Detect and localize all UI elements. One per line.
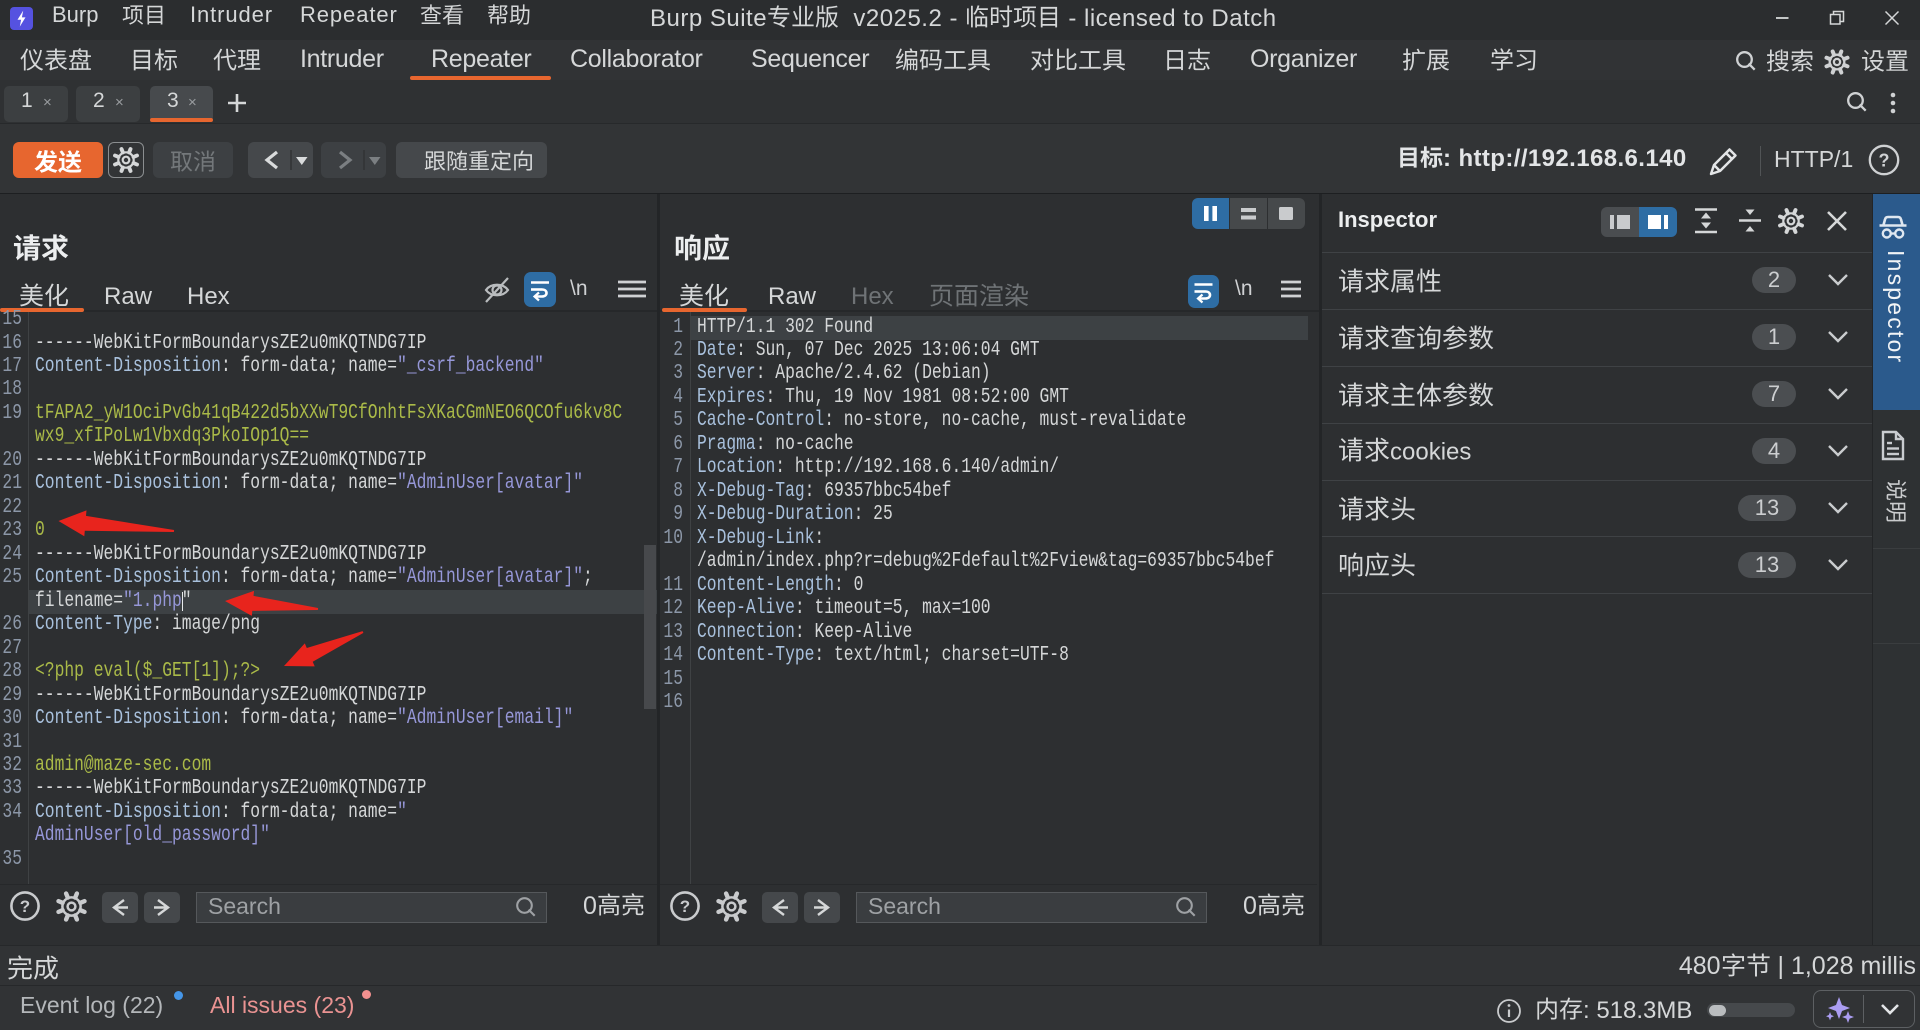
svg-text:?: ? — [1879, 151, 1890, 171]
svg-text:?: ? — [20, 897, 30, 916]
svg-text:?: ? — [680, 897, 690, 916]
